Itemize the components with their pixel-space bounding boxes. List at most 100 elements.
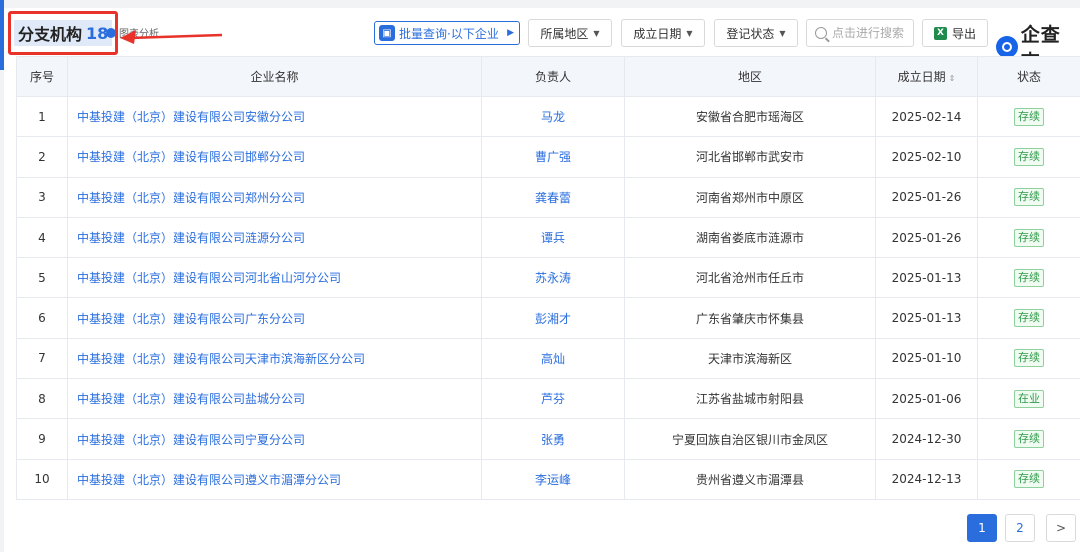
established-date-cell: 2025-01-06: [875, 378, 978, 420]
branch-table: 序号 企业名称 负责人 地区 成立日期 ⇕ 状态 1 中基投建（北京）建设有限公司安…: [16, 56, 1080, 500]
section-header: 分支机构 18 图表分析 ▣ 批量查询·以下企业 ▶ 所属地区 ▼ 成立日期 ▼…: [0, 8, 1080, 73]
status-cell: 存续: [977, 176, 1080, 218]
table-row: 1 中基投建（北京）建设有限公司安徽分公司 马龙 安徽省合肥市瑶海区 2025-02-1…: [16, 95, 1080, 138]
person-in-charge-link[interactable]: 曹广强: [481, 136, 625, 178]
status-badge: 存续: [1014, 349, 1044, 368]
row-number: 9: [16, 418, 68, 460]
established-date-cell: 2025-01-13: [875, 257, 978, 299]
row-number: 1: [16, 95, 68, 138]
established-date-cell: 2025-02-14: [875, 95, 978, 138]
company-name-link[interactable]: 中基投建（北京）建设有限公司广东分公司: [67, 297, 482, 339]
established-date-cell: 2025-01-26: [875, 216, 978, 259]
table-row: 3 中基投建（北京）建设有限公司郑州分公司 龚春蕾 河南省郑州市中原区 2025-01-…: [16, 176, 1080, 218]
row-number: 2: [16, 136, 68, 178]
chevron-down-icon: ▼: [779, 28, 786, 38]
person-in-charge-link[interactable]: 李运峰: [481, 458, 625, 500]
region-filter-dropdown[interactable]: 所属地区 ▼: [528, 19, 612, 47]
row-number: 5: [16, 257, 68, 299]
column-header-no: 序号: [16, 56, 68, 97]
batch-query-label: 批量查询·以下企业: [399, 26, 499, 41]
established-date-cell: 2025-02-10: [875, 136, 978, 178]
established-date-cell: 2025-01-10: [875, 337, 978, 380]
company-name-link[interactable]: 中基投建（北京）建设有限公司天津市滨海新区分公司: [67, 337, 482, 380]
search-box[interactable]: [806, 19, 914, 47]
chevron-down-icon: ▼: [686, 28, 693, 38]
export-label: 导出: [951, 26, 976, 41]
row-number: 3: [16, 176, 68, 218]
person-in-charge-link[interactable]: 龚春蕾: [481, 176, 625, 218]
company-name-link[interactable]: 中基投建（北京）建设有限公司郑州分公司: [67, 176, 482, 218]
status-badge: 存续: [1014, 309, 1044, 328]
top-strip: [0, 0, 1080, 8]
search-input[interactable]: [832, 26, 912, 40]
red-arrow-annotation: [120, 30, 223, 44]
row-number: 7: [16, 337, 68, 380]
page-2-button[interactable]: 2: [1005, 514, 1035, 542]
established-date-cell: 2025-01-13: [875, 297, 978, 339]
status-badge: 存续: [1014, 107, 1044, 126]
status-cell: 存续: [977, 136, 1080, 178]
table-header-row: 序号 企业名称 负责人 地区 成立日期 ⇕ 状态: [16, 56, 1080, 97]
date-filter-dropdown[interactable]: 成立日期 ▼: [621, 19, 705, 47]
region-cell: 安徽省合肥市瑶海区: [624, 95, 876, 138]
table-row: 2 中基投建（北京）建设有限公司邯郸分公司 曹广强 河北省邯郸市武安市 2025-02-…: [16, 136, 1080, 178]
region-cell: 河北省沧州市任丘市: [624, 257, 876, 299]
status-badge: 存续: [1014, 268, 1044, 287]
row-number: 8: [16, 378, 68, 420]
table-row: 9 中基投建（北京）建设有限公司宁夏分公司 张勇 宁夏回族自治区银川市金凤区 2024-…: [16, 418, 1080, 460]
region-cell: 江苏省盐城市射阳县: [624, 378, 876, 420]
person-in-charge-link[interactable]: 芦芬: [481, 378, 625, 420]
column-header-region: 地区: [624, 56, 876, 97]
table-row: 6 中基投建（北京）建设有限公司广东分公司 彭湘才 广东省肇庆市怀集县 2025-01-…: [16, 297, 1080, 339]
company-name-link[interactable]: 中基投建（北京）建设有限公司盐城分公司: [67, 378, 482, 420]
person-in-charge-link[interactable]: 谭兵: [481, 216, 625, 259]
page-1-button[interactable]: 1: [967, 514, 997, 542]
person-in-charge-link[interactable]: 高灿: [481, 337, 625, 380]
status-badge: 存续: [1014, 188, 1044, 207]
person-in-charge-link[interactable]: 彭湘才: [481, 297, 625, 339]
status-cell: 存续: [977, 95, 1080, 138]
status-cell: 存续: [977, 216, 1080, 259]
status-badge: 存续: [1014, 430, 1044, 449]
person-in-charge-link[interactable]: 张勇: [481, 418, 625, 460]
established-date-cell: 2025-01-26: [875, 176, 978, 218]
table-row: 4 中基投建（北京）建设有限公司涟源分公司 谭兵 湖南省娄底市涟源市 2025-01-2…: [16, 216, 1080, 259]
pie-chart-icon: [106, 27, 116, 38]
sort-icon[interactable]: ⇕: [949, 74, 956, 83]
company-name-link[interactable]: 中基投建（北京）建设有限公司邯郸分公司: [67, 136, 482, 178]
branch-table-container: 序号 企业名称 负责人 地区 成立日期 ⇕ 状态 1 中基投建（北京）建设有限公司安…: [16, 56, 1080, 500]
section-title-text: 分支机构: [18, 25, 83, 44]
date-filter-label: 成立日期: [633, 26, 682, 41]
status-filter-dropdown[interactable]: 登记状态 ▼: [714, 19, 798, 47]
company-name-link[interactable]: 中基投建（北京）建设有限公司遵义市湄潭分公司: [67, 458, 482, 500]
table-row: 8 中基投建（北京）建设有限公司盐城分公司 芦芬 江苏省盐城市射阳县 2025-01-0…: [16, 378, 1080, 420]
row-number: 4: [16, 216, 68, 259]
next-page-button[interactable]: >: [1046, 514, 1076, 542]
established-date-cell: 2024-12-13: [875, 458, 978, 500]
caret-right-icon: ▶: [507, 28, 514, 38]
company-name-link[interactable]: 中基投建（北京）建设有限公司河北省山河分公司: [67, 257, 482, 299]
company-name-link[interactable]: 中基投建（北京）建设有限公司宁夏分公司: [67, 418, 482, 460]
column-header-name: 企业名称: [67, 56, 482, 97]
table-row: 7 中基投建（北京）建设有限公司天津市滨海新区分公司 高灿 天津市滨海新区 2025-0…: [16, 337, 1080, 380]
status-badge: 存续: [1014, 228, 1044, 247]
established-date-cell: 2024-12-30: [875, 418, 978, 460]
row-number: 10: [16, 458, 68, 500]
batch-query-icon: ▣: [379, 25, 395, 41]
column-header-date[interactable]: 成立日期 ⇕: [875, 56, 978, 97]
status-cell: 存续: [977, 257, 1080, 299]
region-cell: 广东省肇庆市怀集县: [624, 297, 876, 339]
left-rail: [0, 70, 4, 552]
person-in-charge-link[interactable]: 苏永涛: [481, 257, 625, 299]
batch-query-button[interactable]: ▣ 批量查询·以下企业 ▶: [374, 21, 520, 45]
status-cell: 存续: [977, 418, 1080, 460]
branch-count: 18: [86, 23, 109, 43]
row-number: 6: [16, 297, 68, 339]
person-in-charge-link[interactable]: 马龙: [481, 95, 625, 138]
export-button[interactable]: X 导出: [922, 19, 988, 47]
chevron-down-icon: ▼: [593, 28, 600, 38]
company-name-link[interactable]: 中基投建（北京）建设有限公司安徽分公司: [67, 95, 482, 138]
logo-icon: [996, 36, 1018, 58]
table-row: 5 中基投建（北京）建设有限公司河北省山河分公司 苏永涛 河北省沧州市任丘市 2025-…: [16, 257, 1080, 299]
company-name-link[interactable]: 中基投建（北京）建设有限公司涟源分公司: [67, 216, 482, 259]
